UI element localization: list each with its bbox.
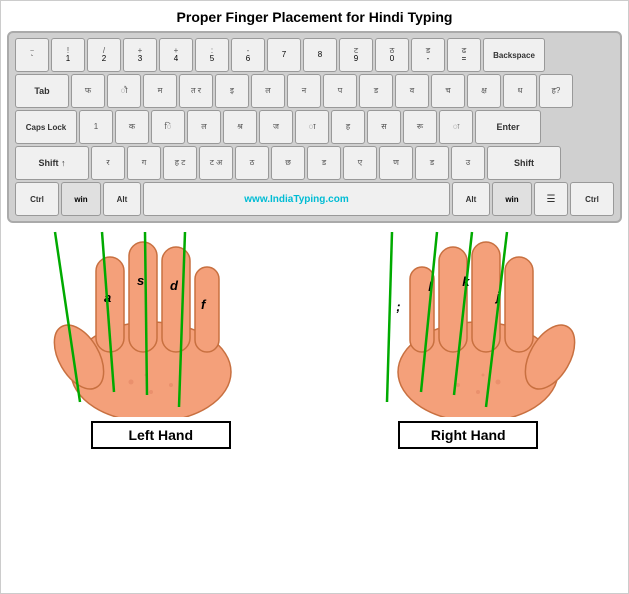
key-row-5: Ctrl win Alt www.IndiaTyping.com Alt win… xyxy=(15,182,614,216)
key-i[interactable]: प xyxy=(323,74,357,108)
svg-text:a: a xyxy=(104,290,111,305)
key-8[interactable]: 8 xyxy=(303,38,337,72)
key-win-left[interactable]: win xyxy=(61,182,101,216)
key-slash[interactable]: ड xyxy=(415,146,449,180)
svg-text:d: d xyxy=(170,278,179,293)
key-equals[interactable]: ढ= xyxy=(447,38,481,72)
keyboard: ~` !1 / 2 +3 +4 :5 -6 7 8 ट9 ठ0 ड- ढ= Ba… xyxy=(7,31,622,223)
key-3[interactable]: +3 xyxy=(123,38,157,72)
key-5[interactable]: :5 xyxy=(195,38,229,72)
key-ctrl-left[interactable]: Ctrl xyxy=(15,182,59,216)
key-t[interactable]: इ xyxy=(215,74,249,108)
key-9[interactable]: ट9 xyxy=(339,38,373,72)
key-y[interactable]: ल xyxy=(251,74,285,108)
key-lbracket[interactable]: च xyxy=(431,74,465,108)
right-hand-label: Right Hand xyxy=(398,421,538,449)
key-h[interactable]: ज xyxy=(259,110,293,144)
key-b[interactable]: ठ xyxy=(235,146,269,180)
key-semicolon[interactable]: रू xyxy=(403,110,437,144)
key-c[interactable]: ह ट xyxy=(163,146,197,180)
key-quote[interactable]: ः xyxy=(439,110,473,144)
key-rshift-extra[interactable]: उ xyxy=(451,146,485,180)
right-hand-container: j k l ; Right Hand xyxy=(315,227,623,589)
key-0[interactable]: ठ0 xyxy=(375,38,409,72)
key-row-4: Shift ↑ र ग ह ट ट अ ठ छ ड ए ण ड उ Shift xyxy=(15,146,614,180)
left-hand-container: a s d f Left Hand xyxy=(7,227,315,589)
key-row-3: Caps Lock 1 क ि ल श्र ज ा ह स रू ः Enter xyxy=(15,110,614,144)
key-n[interactable]: छ xyxy=(271,146,305,180)
key-row-2: Tab फ ौ म त र इ ल न प ड व च क्ष ध ह? xyxy=(15,74,614,108)
key-v[interactable]: ट अ xyxy=(199,146,233,180)
key-q[interactable]: फ xyxy=(71,74,105,108)
key-shift-right[interactable]: Shift xyxy=(487,146,561,180)
key-u[interactable]: न xyxy=(287,74,321,108)
hands-section: a s d f Left Hand xyxy=(7,227,622,589)
key-enter[interactable]: Enter xyxy=(475,110,541,144)
left-hand-svg: a s d f xyxy=(41,227,281,417)
page-title: Proper Finger Placement for Hindi Typing xyxy=(177,9,453,25)
key-tab[interactable]: Tab xyxy=(15,74,69,108)
key-l[interactable]: स xyxy=(367,110,401,144)
key-g[interactable]: श्र xyxy=(223,110,257,144)
key-row-1: ~` !1 / 2 +3 +4 :5 -6 7 8 ट9 ठ0 ड- ढ= Ba… xyxy=(15,38,614,72)
key-backslash[interactable]: ध xyxy=(503,74,537,108)
key-ctrl-right[interactable]: Ctrl xyxy=(570,182,614,216)
key-rbracket[interactable]: क्ष xyxy=(467,74,501,108)
key-o[interactable]: ड xyxy=(359,74,393,108)
key-comma[interactable]: ए xyxy=(343,146,377,180)
key-p[interactable]: व xyxy=(395,74,429,108)
key-x[interactable]: ग xyxy=(127,146,161,180)
key-z[interactable]: र xyxy=(91,146,125,180)
key-s[interactable]: क xyxy=(115,110,149,144)
key-menu[interactable]: ☰ xyxy=(534,182,568,216)
left-hand-label: Left Hand xyxy=(91,421,231,449)
right-hand-svg xyxy=(348,227,588,417)
key-alt-right[interactable]: Alt xyxy=(452,182,490,216)
key-extra[interactable]: ह? xyxy=(539,74,573,108)
key-alt-left[interactable]: Alt xyxy=(103,182,141,216)
key-r[interactable]: त र xyxy=(179,74,213,108)
key-a[interactable]: 1 xyxy=(79,110,113,144)
key-m[interactable]: ड xyxy=(307,146,341,180)
key-space[interactable]: www.IndiaTyping.com xyxy=(143,182,450,216)
main-container: Proper Finger Placement for Hindi Typing… xyxy=(0,0,629,594)
key-4[interactable]: +4 xyxy=(159,38,193,72)
key-e[interactable]: म xyxy=(143,74,177,108)
key-d[interactable]: ि xyxy=(151,110,185,144)
key-6[interactable]: -6 xyxy=(231,38,265,72)
key-1[interactable]: !1 xyxy=(51,38,85,72)
key-minus[interactable]: ड- xyxy=(411,38,445,72)
key-f[interactable]: ल xyxy=(187,110,221,144)
key-2[interactable]: / 2 xyxy=(87,38,121,72)
key-win-right[interactable]: win xyxy=(492,182,532,216)
key-backspace[interactable]: Backspace xyxy=(483,38,545,72)
key-backtick[interactable]: ~` xyxy=(15,38,49,72)
key-period[interactable]: ण xyxy=(379,146,413,180)
key-k[interactable]: ह xyxy=(331,110,365,144)
key-j[interactable]: ा xyxy=(295,110,329,144)
key-w[interactable]: ौ xyxy=(107,74,141,108)
key-capslock[interactable]: Caps Lock xyxy=(15,110,77,144)
svg-text:s: s xyxy=(137,273,144,288)
key-shift-left[interactable]: Shift ↑ xyxy=(15,146,89,180)
key-7[interactable]: 7 xyxy=(267,38,301,72)
